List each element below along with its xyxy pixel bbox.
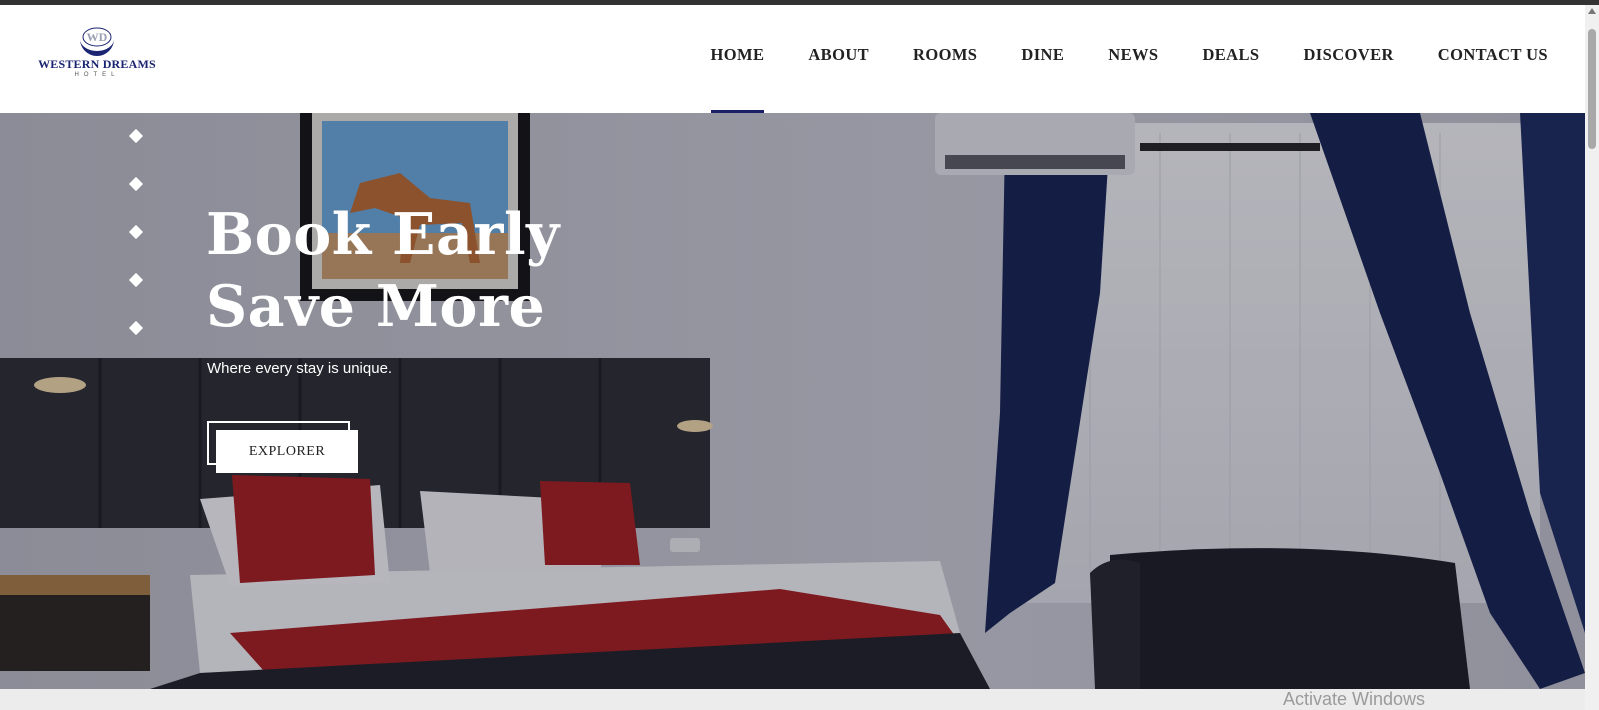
nav-label: DEALS [1202, 45, 1260, 64]
nav-item-discover[interactable]: DISCOVER [1281, 5, 1415, 113]
explorer-button[interactable]: EXPLORER [216, 430, 358, 473]
nav-item-rooms[interactable]: ROOMS [891, 5, 999, 113]
logo-name: WESTERN DREAMS [38, 57, 156, 71]
hero-slider: Book Early Save More Where every stay is… [0, 113, 1585, 689]
nav-item-home[interactable]: HOME [689, 5, 787, 113]
hero-title: Book Early Save More [206, 199, 706, 343]
site-header: WD WESTERN DREAMS HOTEL HOME ABOUT ROOMS… [0, 5, 1585, 113]
logo-crest-icon: WD [80, 27, 114, 56]
nav-label: HOME [710, 45, 765, 64]
nav-item-dine[interactable]: DINE [999, 5, 1086, 113]
nav-label: DINE [1021, 45, 1065, 64]
scroll-up-arrow-icon[interactable] [1588, 8, 1596, 14]
scrollbar-thumb[interactable] [1588, 29, 1596, 149]
nav-label: DISCOVER [1303, 45, 1394, 64]
nav-label: ROOMS [913, 45, 978, 64]
nav-label: CONTACT US [1437, 45, 1548, 64]
hero-subtitle: Where every stay is unique. [207, 360, 393, 377]
logo-subtitle: HOTEL [74, 72, 120, 78]
nav-item-deals[interactable]: DEALS [1180, 5, 1281, 113]
page-scrollbar[interactable] [1585, 5, 1599, 710]
windows-activation-watermark: Activate Windows [1283, 689, 1426, 709]
hotel-logo[interactable]: WD WESTERN DREAMS HOTEL [36, 25, 158, 87]
nav-label: ABOUT [808, 45, 870, 64]
logo-monogram: WD [87, 30, 108, 44]
hero-title-line-2: Save More [206, 273, 546, 340]
nav-item-about[interactable]: ABOUT [786, 5, 891, 113]
main-nav: HOME ABOUT ROOMS DINE NEWS DEALS DISCOVE… [689, 5, 1571, 113]
nav-item-news[interactable]: NEWS [1086, 5, 1180, 113]
hero-title-line-1: Book Early [206, 201, 560, 268]
nav-label: NEWS [1108, 45, 1159, 64]
nav-item-contact-us[interactable]: CONTACT US [1416, 5, 1570, 113]
